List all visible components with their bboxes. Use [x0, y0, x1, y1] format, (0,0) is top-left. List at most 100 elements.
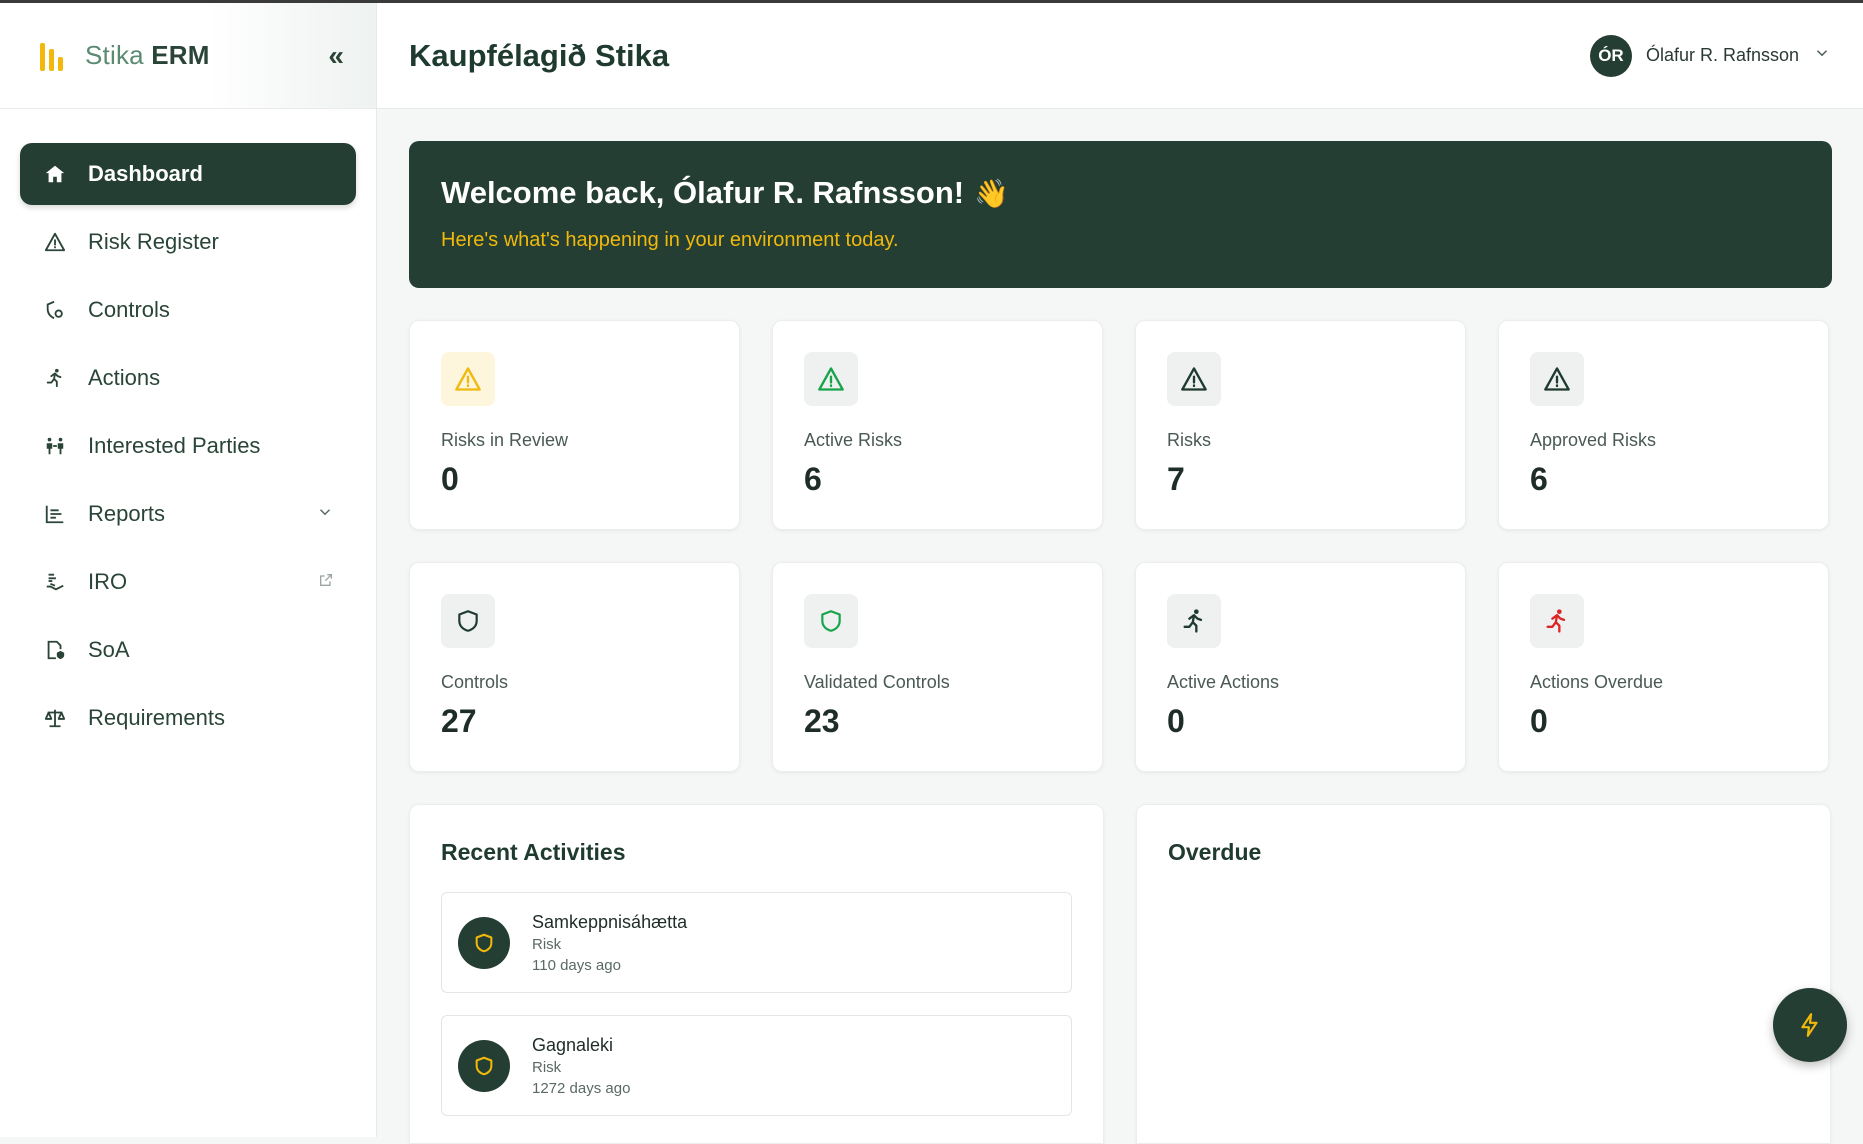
activity-title: Samkeppnisáhætta [532, 911, 688, 932]
shield-gear-icon [42, 297, 68, 323]
sidebar-item-actions[interactable]: Actions [20, 347, 356, 409]
external-link-icon[interactable] [318, 572, 334, 593]
collapse-sidebar-icon[interactable]: « [328, 40, 344, 72]
lightning-icon [1801, 1013, 1818, 1037]
activity-time: 1272 days ago [532, 1079, 631, 1097]
activity-type: Risk [532, 935, 562, 953]
list-item[interactable]: Gagnaleki Risk 1272 days ago [441, 1015, 1072, 1116]
warning-icon [804, 352, 858, 406]
sidebar-item-interested-parties[interactable]: Interested Parties [20, 415, 356, 477]
stat-value: 7 [1167, 461, 1185, 497]
sidebar-item-label: SoA [88, 637, 130, 662]
sidebar: Stika ERM « Dashboard Risk Register Cont… [0, 3, 377, 1137]
stat-label: Actions Overdue [1530, 672, 1664, 692]
bottom-panels: Recent Activities Samkeppnisáhætta Risk … [409, 804, 1832, 1144]
overdue-panel: Overdue [1136, 804, 1831, 1144]
welcome-subtitle: Here's what's happening in your environm… [441, 229, 899, 251]
stat-card-active-risks[interactable]: Active Risks 6 [772, 320, 1103, 530]
chevron-down-icon[interactable] [1813, 44, 1831, 67]
running-person-icon [1167, 594, 1221, 648]
sidebar-item-label: Dashboard [88, 161, 203, 186]
stat-value: 0 [441, 461, 459, 497]
warning-icon [1167, 352, 1221, 406]
stat-value: 27 [441, 703, 477, 739]
sidebar-nav: Dashboard Risk Register Controls Actions… [0, 109, 376, 749]
people-icon [42, 433, 68, 459]
sidebar-item-iro[interactable]: IRO [20, 551, 356, 613]
main-content: Welcome back, Ólafur R. Rafnsson! 👋 Here'… [409, 141, 1832, 1144]
sidebar-item-dashboard[interactable]: Dashboard [20, 143, 356, 205]
activity-type: Risk [532, 1058, 562, 1076]
stat-label: Active Actions [1167, 672, 1280, 692]
sidebar-item-label: Risk Register [88, 229, 219, 254]
brand-name-light: Stika [85, 40, 144, 70]
warning-icon [441, 352, 495, 406]
recent-activities-panel: Recent Activities Samkeppnisáhætta Risk … [409, 804, 1104, 1144]
brand-name: Stika ERM [85, 40, 210, 71]
page-title: Kaupfélagið Stika [409, 37, 670, 73]
shield-icon [458, 916, 510, 969]
brand-bar: Stika ERM « [0, 3, 376, 109]
stat-value: 6 [1530, 461, 1548, 497]
sidebar-item-reports[interactable]: Reports [20, 483, 356, 545]
list-item[interactable]: Samkeppnisáhætta Risk 110 days ago [441, 892, 1072, 993]
welcome-banner: Welcome back, Ólafur R. Rafnsson! 👋 Here'… [409, 141, 1832, 288]
stat-card-controls[interactable]: Controls 27 [409, 562, 740, 772]
stat-label: Risks [1167, 430, 1211, 450]
activity-text: Samkeppnisáhætta Risk 110 days ago [532, 912, 687, 974]
sidebar-item-soa[interactable]: SoA [20, 619, 356, 681]
sidebar-item-label: Requirements [88, 705, 225, 730]
hand-coins-icon [42, 569, 68, 595]
shield-icon [441, 594, 495, 648]
activity-title: Gagnaleki [532, 1034, 614, 1055]
waving-hand-icon: 👋 [974, 178, 1009, 209]
stat-card-risks[interactable]: Risks 7 [1135, 320, 1466, 530]
sidebar-item-label: Controls [88, 297, 170, 322]
sidebar-item-requirements[interactable]: Requirements [20, 687, 356, 749]
panel-title: Recent Activities [441, 839, 626, 865]
stat-value: 0 [1530, 703, 1548, 739]
stat-card-approved-risks[interactable]: Approved Risks 6 [1498, 320, 1829, 530]
avatar[interactable]: ÓR [1589, 34, 1632, 77]
stat-label: Active Risks [804, 430, 903, 450]
shield-icon [804, 594, 858, 648]
stats-grid: Risks in Review 0 Active Risks 6 Risks 7… [409, 320, 1832, 772]
activity-time: 110 days ago [532, 956, 621, 974]
logo-icon [40, 41, 63, 71]
panel-title: Overdue [1168, 839, 1262, 865]
stat-value: 6 [804, 461, 822, 497]
chart-icon [42, 501, 68, 527]
scales-icon [42, 705, 68, 731]
stat-card-actions-overdue[interactable]: Actions Overdue 0 [1498, 562, 1829, 772]
user-name[interactable]: Ólafur R. Rafnsson [1646, 45, 1799, 66]
chevron-down-icon[interactable] [316, 503, 334, 526]
home-icon [42, 161, 68, 187]
top-header: Kaupfélagið Stika ÓR Ólafur R. Rafnsson [377, 3, 1863, 109]
sidebar-item-risk-register[interactable]: Risk Register [20, 211, 356, 273]
user-menu[interactable]: ÓR Ólafur R. Rafnsson [1589, 34, 1831, 77]
sidebar-item-label: Actions [88, 365, 161, 390]
stat-value: 0 [1167, 703, 1185, 739]
shield-icon [458, 1039, 510, 1092]
welcome-title: Welcome back, Ólafur R. Rafnsson! 👋 [441, 175, 1800, 211]
warning-icon [1530, 352, 1584, 406]
stat-card-active-actions[interactable]: Active Actions 0 [1135, 562, 1466, 772]
stat-label: Risks in Review [441, 430, 569, 450]
sidebar-item-label: Interested Parties [88, 433, 261, 458]
activity-text: Gagnaleki Risk 1272 days ago [532, 1035, 630, 1097]
running-person-icon [42, 365, 68, 391]
quick-action-button[interactable] [1773, 988, 1847, 1062]
stat-value: 23 [804, 703, 840, 739]
stat-card-validated-controls[interactable]: Validated Controls 23 [772, 562, 1103, 772]
document-shield-icon [42, 637, 68, 663]
stat-label: Validated Controls [804, 672, 950, 692]
stat-label: Approved Risks [1530, 430, 1657, 450]
brand-name-bold: ERM [151, 40, 210, 70]
running-person-icon [1530, 594, 1584, 648]
stat-card-risks-in-review[interactable]: Risks in Review 0 [409, 320, 740, 530]
welcome-title-text: Welcome back, Ólafur R. Rafnsson! [441, 175, 965, 210]
sidebar-item-label: Reports [88, 501, 166, 526]
sidebar-item-label: IRO [88, 569, 128, 594]
stat-label: Controls [441, 672, 509, 692]
sidebar-item-controls[interactable]: Controls [20, 279, 356, 341]
